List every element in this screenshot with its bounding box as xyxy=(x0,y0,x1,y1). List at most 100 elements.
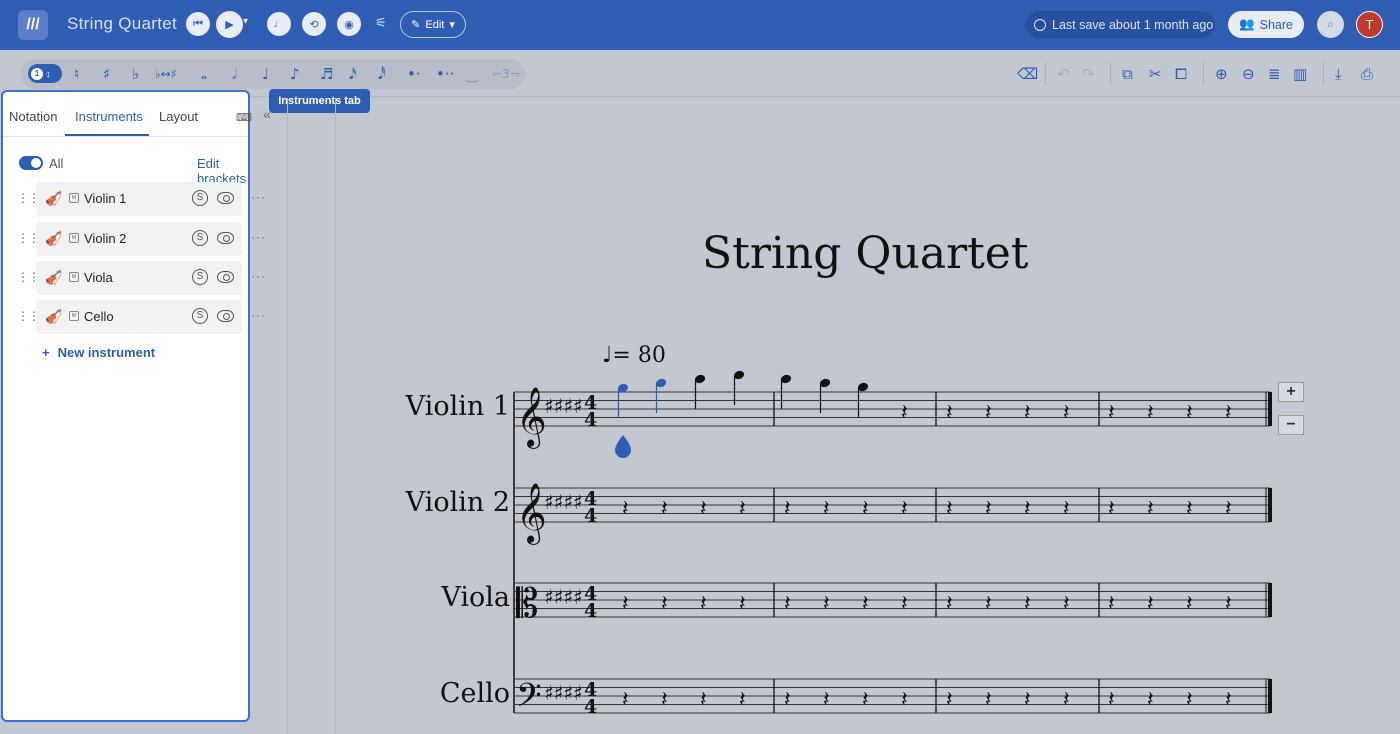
new-instrument-button[interactable]: + New instrument xyxy=(42,345,155,360)
viola-icon: 🎻 xyxy=(45,269,63,285)
instrument-name: Viola xyxy=(84,270,113,285)
final-barline xyxy=(1268,583,1272,617)
quarter-rest-icon: 𝄽 xyxy=(862,497,869,522)
quarter-rest-icon: 𝄽 xyxy=(1147,401,1154,426)
quarter-rest-icon: 𝄽 xyxy=(901,688,908,713)
instrument-card[interactable]: 🎻 M Violin 2 S xyxy=(36,222,242,256)
paste-icon[interactable]: ⧠ xyxy=(1175,65,1187,83)
quarter-rest-icon: 𝄽 xyxy=(1147,497,1154,522)
natural-icon[interactable]: ♮ xyxy=(74,64,79,84)
score-title-header[interactable]: String Quartet xyxy=(67,14,177,34)
instrument-card[interactable]: 🎻 M Cello S xyxy=(36,300,242,334)
flat-icon[interactable]: ♭ xyxy=(132,64,139,84)
quarter-rest-icon: 𝄽 xyxy=(901,497,908,522)
quarter-rest-icon: 𝄽 xyxy=(1024,688,1031,713)
avatar[interactable]: T xyxy=(1356,11,1383,38)
instrument-row[interactable]: ⋮⋮ 🎻 M Violin 2 S ··· xyxy=(3,222,265,256)
metronome-icon[interactable]: ♩ xyxy=(267,12,291,36)
tab-layout[interactable]: Layout xyxy=(159,109,198,124)
more-options-icon[interactable]: ··· xyxy=(251,230,266,244)
page-view-icon[interactable]: ≣ xyxy=(1268,65,1281,83)
instrument-row[interactable]: ⋮⋮ 🎻 M Cello S ··· xyxy=(3,300,265,334)
redo-icon[interactable]: ↷ xyxy=(1082,65,1095,83)
staves[interactable]: 𝄞♯♯♯♯ 44 𝄽 𝄽 𝄽 𝄽 𝄽 𝄽 𝄽 𝄽 𝄽𝄞♯♯♯♯ 44 𝄽 𝄽 𝄽 𝄽 𝄽 𝄽 𝄽 𝄽 𝄽 𝄽 𝄽 𝄽 𝄽 𝄽 𝄽 𝄽𝄡… xyxy=(336,98,1400,734)
quarter-rest-icon: 𝄽 xyxy=(985,688,992,713)
quarter-rest-icon: 𝄽 xyxy=(946,497,953,522)
solo-icon[interactable]: S xyxy=(192,190,208,206)
tab-notation[interactable]: Notation xyxy=(9,109,57,124)
instrument-card[interactable]: 🎻 M Violin 1 S xyxy=(36,182,242,216)
tie-icon[interactable]: ‿ xyxy=(466,64,478,84)
quarter-rest-icon: 𝄽 xyxy=(901,592,908,617)
enharmonic-icon[interactable]: ♭↔♯ xyxy=(155,64,177,84)
time-signature-icon: 4 xyxy=(584,505,597,527)
eye-icon[interactable] xyxy=(217,271,234,283)
eye-icon[interactable] xyxy=(217,232,234,244)
solo-icon[interactable]: S xyxy=(192,230,208,246)
quarter-rest-icon: 𝄽 xyxy=(946,401,953,426)
midi-badge-icon: M xyxy=(69,193,79,203)
copy-icon[interactable]: ⧉ xyxy=(1122,65,1133,83)
loop-icon[interactable]: ⟲ xyxy=(302,12,326,36)
more-options-icon[interactable]: ··· xyxy=(251,190,266,204)
solo-icon[interactable]: S xyxy=(192,308,208,324)
half-note-icon[interactable]: 𝅗𝅥 xyxy=(232,64,237,84)
sixty-fourth-note-icon[interactable]: 𝅘𝅥𝅰 xyxy=(378,64,386,84)
sharp-icon[interactable]: ♯ xyxy=(103,64,110,84)
add-measure-button[interactable]: + xyxy=(1278,382,1304,402)
double-dot-icon[interactable]: •·· xyxy=(436,64,454,84)
eye-icon[interactable] xyxy=(217,192,234,204)
search-icon[interactable]: ⌕ xyxy=(1317,11,1344,38)
quarter-rest-icon: 𝄽 xyxy=(1024,592,1031,617)
quarter-note-icon[interactable]: ♩ xyxy=(262,64,269,84)
share-button[interactable]: 👥 Share xyxy=(1228,11,1304,38)
score-view-icon[interactable]: ▥ xyxy=(1293,65,1307,83)
violin-icon: 🎻 xyxy=(45,190,63,206)
quarter-rest-icon: 𝄽 xyxy=(1147,592,1154,617)
solo-icon[interactable]: S xyxy=(192,269,208,285)
app-logo-icon[interactable]: /// xyxy=(18,10,48,40)
input-cursor-icon xyxy=(615,435,631,458)
eye-icon[interactable] xyxy=(217,310,234,322)
playback-options-chevron-icon[interactable]: ▾ xyxy=(243,16,248,27)
more-options-icon[interactable]: ··· xyxy=(251,269,266,283)
all-toggle[interactable] xyxy=(19,156,43,170)
quarter-rest-icon: 𝄽 xyxy=(1108,401,1115,426)
cut-icon[interactable]: ✂ xyxy=(1149,65,1162,83)
edit-button[interactable]: ✎ Edit ▾ xyxy=(400,11,466,38)
print-icon[interactable]: ⎙ xyxy=(1361,65,1373,83)
voice-selector[interactable]: 1 ↕ xyxy=(28,64,62,83)
score-canvas[interactable]: String Quartet ♩= 80 Violin 1 Violin 2 V… xyxy=(336,98,1400,734)
download-icon[interactable]: ⤓ xyxy=(1335,65,1342,83)
zoom-out-icon[interactable]: ⊖ xyxy=(1242,65,1255,83)
instrument-card[interactable]: 🎻 M Viola S xyxy=(36,261,242,295)
dot-icon[interactable]: •· xyxy=(407,64,421,84)
thirty-second-note-icon[interactable]: 𝅘𝅥𝅯 xyxy=(349,64,357,84)
quarter-rest-icon: 𝄽 xyxy=(1186,401,1193,426)
quarter-rest-icon: 𝄽 xyxy=(823,592,830,617)
rewind-icon[interactable]: ⏮ xyxy=(186,12,210,36)
tab-instruments[interactable]: Instruments xyxy=(75,109,143,124)
sixteenth-note-icon[interactable]: ♬ xyxy=(320,64,333,84)
zoom-in-icon[interactable]: ⊕ xyxy=(1215,65,1228,83)
keyboard-icon[interactable]: ⌨ xyxy=(236,111,252,124)
tuplet-icon[interactable]: ⌐3¬ xyxy=(492,64,520,84)
undo-icon[interactable]: ↶ xyxy=(1057,65,1070,83)
speaker-icon[interactable]: ◉ xyxy=(337,12,361,36)
quarter-rest-icon: 𝄽 xyxy=(661,497,668,522)
remove-measure-button[interactable]: − xyxy=(1278,415,1304,435)
eighth-note-icon[interactable]: ♪ xyxy=(290,64,300,84)
divider xyxy=(287,98,288,734)
mixer-icon[interactable]: ⚟ xyxy=(375,15,387,31)
more-options-icon[interactable]: ··· xyxy=(251,308,266,322)
quarter-rest-icon: 𝄽 xyxy=(1186,592,1193,617)
play-icon[interactable]: ▶ xyxy=(216,11,243,38)
quarter-rest-icon: 𝄽 xyxy=(700,497,707,522)
delete-icon[interactable]: ⌫ xyxy=(1017,65,1038,83)
plus-icon: + xyxy=(42,345,50,360)
quarter-rest-icon: 𝄽 xyxy=(700,688,707,713)
instrument-row[interactable]: ⋮⋮ 🎻 M Violin 1 S ··· xyxy=(3,182,265,216)
instrument-row[interactable]: ⋮⋮ 🎻 M Viola S ··· xyxy=(3,261,265,295)
whole-note-icon[interactable]: 𝅝 xyxy=(201,64,207,84)
last-save-status[interactable]: Last save about 1 month ago xyxy=(1026,11,1215,38)
